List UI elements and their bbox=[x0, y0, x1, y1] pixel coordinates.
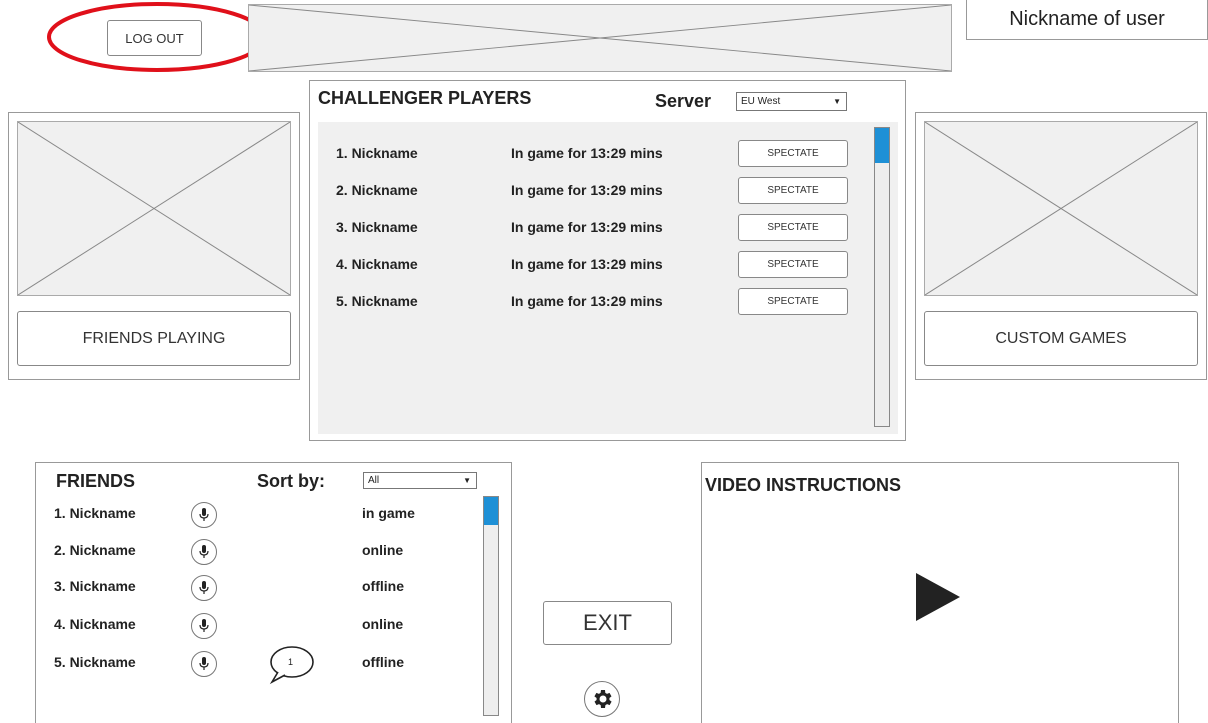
player-status: In game for 13:29 mins bbox=[511, 182, 663, 198]
custom-games-card: CUSTOM GAMES bbox=[915, 112, 1207, 380]
player-status: In game for 13:29 mins bbox=[511, 219, 663, 235]
microphone-icon[interactable] bbox=[191, 502, 217, 528]
video-title: VIDEO INSTRUCTIONS bbox=[705, 475, 902, 495]
microphone-icon[interactable] bbox=[191, 651, 217, 677]
friend-nickname: 1. Nickname bbox=[54, 505, 136, 521]
friend-nickname: 5. Nickname bbox=[54, 654, 136, 670]
custom-games-button[interactable]: CUSTOM GAMES bbox=[924, 311, 1198, 366]
challenger-list: 1. Nickname In game for 13:29 mins SPECTAT… bbox=[318, 122, 898, 434]
friends-playing-image bbox=[17, 121, 291, 296]
friends-playing-card: FRIENDS PLAYING bbox=[8, 112, 300, 380]
chat-count: 1 bbox=[288, 657, 294, 667]
player-nickname: 4. Nickname bbox=[336, 256, 418, 272]
play-icon[interactable] bbox=[916, 573, 960, 621]
player-status: In game for 13:29 mins bbox=[511, 256, 663, 272]
settings-gear-icon[interactable] bbox=[584, 681, 620, 717]
scrollbar-thumb[interactable] bbox=[875, 128, 889, 163]
friends-panel: FRIENDS Sort by: All ▼ 1. Nickname in gam… bbox=[35, 462, 512, 723]
friend-status: online bbox=[362, 542, 404, 558]
microphone-icon[interactable] bbox=[191, 575, 217, 601]
challenger-title: CHALLENGER PLAYERS bbox=[318, 88, 532, 108]
server-select[interactable]: EU West ▼ bbox=[736, 92, 847, 111]
exit-button[interactable]: EXIT bbox=[543, 601, 672, 645]
challenger-row: 3. Nickname In game for 13:29 mins SPECTAT… bbox=[318, 214, 858, 242]
custom-games-image bbox=[924, 121, 1198, 296]
friend-nickname: 2. Nickname bbox=[54, 542, 136, 558]
spectate-button[interactable]: SPECTATE bbox=[738, 214, 848, 241]
friend-nickname: 3. Nickname bbox=[54, 578, 136, 594]
annotation-circle bbox=[47, 2, 267, 72]
friends-playing-button[interactable]: FRIENDS PLAYING bbox=[17, 311, 291, 366]
friends-scrollbar[interactable] bbox=[483, 496, 499, 716]
player-status: In game for 13:29 mins bbox=[511, 293, 663, 309]
sort-select[interactable]: All ▼ bbox=[363, 472, 477, 489]
challenger-row: 5. Nickname In game for 13:29 mins SPECTAT… bbox=[318, 288, 858, 316]
challenger-row: 2. Nickname In game for 13:29 mins SPECTAT… bbox=[318, 177, 858, 205]
chevron-down-icon: ▼ bbox=[463, 476, 471, 485]
spectate-button[interactable]: SPECTATE bbox=[738, 251, 848, 278]
chevron-down-icon: ▼ bbox=[833, 97, 841, 106]
microphone-icon[interactable] bbox=[191, 539, 217, 565]
player-nickname: 5. Nickname bbox=[336, 293, 418, 309]
player-nickname: 3. Nickname bbox=[336, 219, 418, 235]
user-nickname-box: Nickname of user bbox=[966, 0, 1208, 40]
sort-by-label: Sort by: bbox=[257, 471, 326, 491]
friend-status: online bbox=[362, 616, 404, 632]
spectate-button[interactable]: SPECTATE bbox=[738, 288, 848, 315]
server-label: Server bbox=[655, 91, 712, 111]
player-nickname: 2. Nickname bbox=[336, 182, 418, 198]
friends-title: FRIENDS bbox=[56, 471, 136, 491]
friend-status: offline bbox=[362, 654, 404, 670]
sort-select-value: All bbox=[368, 475, 380, 486]
challenger-scrollbar[interactable] bbox=[874, 127, 890, 427]
scrollbar-thumb[interactable] bbox=[484, 497, 498, 525]
challenger-row: 1. Nickname In game for 13:29 mins SPECTAT… bbox=[318, 140, 858, 168]
friend-status: in game bbox=[362, 505, 415, 521]
player-nickname: 1. Nickname bbox=[336, 145, 418, 161]
spectate-button[interactable]: SPECTATE bbox=[738, 177, 848, 204]
friend-nickname: 4. Nickname bbox=[54, 616, 136, 632]
spectate-button[interactable]: SPECTATE bbox=[738, 140, 848, 167]
friend-status: offline bbox=[362, 578, 404, 594]
challenger-row: 4. Nickname In game for 13:29 mins SPECTAT… bbox=[318, 251, 858, 279]
video-panel: VIDEO INSTRUCTIONS bbox=[701, 462, 1179, 723]
header-banner-image bbox=[248, 4, 952, 72]
chat-bubble-icon[interactable]: 1 bbox=[266, 643, 316, 685]
microphone-icon[interactable] bbox=[191, 613, 217, 639]
player-status: In game for 13:29 mins bbox=[511, 145, 663, 161]
server-select-value: EU West bbox=[741, 96, 781, 107]
challenger-panel: CHALLENGER PLAYERS Server EU West ▼ 1. N… bbox=[309, 80, 906, 441]
